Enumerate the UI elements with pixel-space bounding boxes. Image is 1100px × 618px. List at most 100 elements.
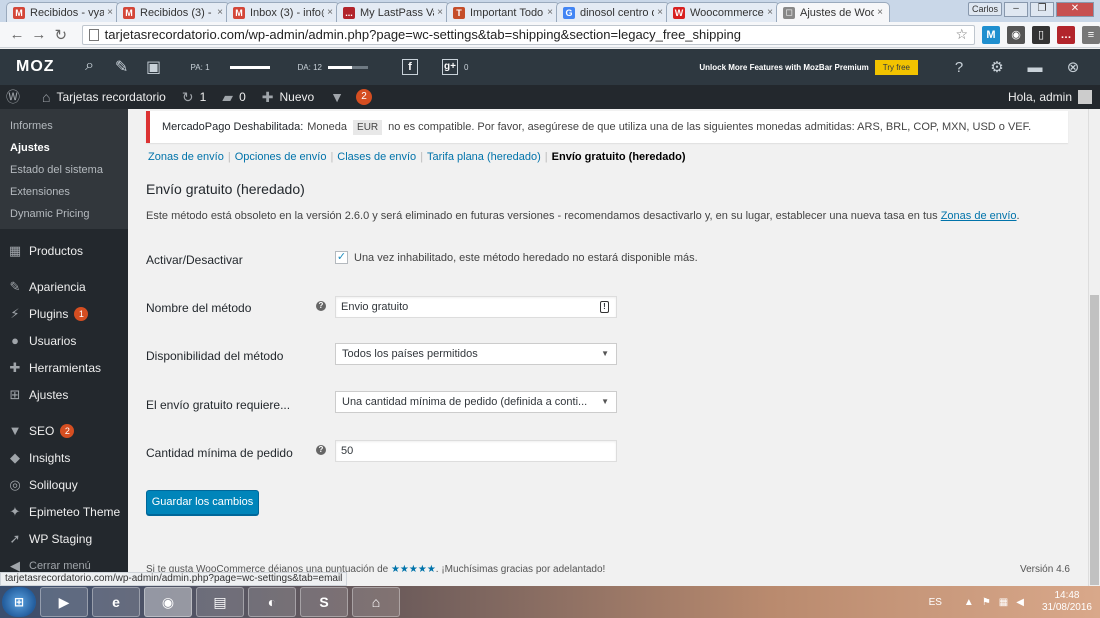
seo-menu-link[interactable]: ▼ 2 (330, 89, 373, 105)
minimize-button[interactable]: – (1004, 2, 1028, 17)
wordpress-logo-icon[interactable]: Ⓦ (6, 87, 26, 107)
subnav-link[interactable]: Tarifa plana (heredado) (427, 151, 541, 163)
updates-link[interactable]: ↻ 1 (182, 89, 206, 106)
extension-icon[interactable]: M (982, 25, 1001, 44)
submenu-item[interactable]: Estado del sistema (0, 159, 128, 181)
start-button[interactable]: ⊞ (2, 587, 36, 617)
extension-icon[interactable]: ▯ (1032, 25, 1051, 44)
network-icon[interactable]: ▦ (999, 597, 1008, 608)
help-icon[interactable]: ? (948, 59, 970, 76)
taskbar-app-app[interactable]: ⌂ (352, 587, 400, 617)
tab-close-icon[interactable]: × (767, 7, 773, 18)
tab-close-icon[interactable]: × (107, 7, 113, 18)
taskbar-app-media-player[interactable]: ▶ (40, 587, 88, 617)
availability-select[interactable]: Todos los países permitidos ▼ (335, 343, 617, 365)
taskbar-app-explorer[interactable]: ▤ (196, 587, 244, 617)
scrollbar-thumb[interactable] (1090, 295, 1099, 585)
sidebar-item[interactable]: ⚡ Plugins 1 (0, 300, 128, 327)
submenu-item[interactable]: Ajustes (0, 137, 128, 159)
comments-link[interactable]: ▰ 0 (222, 89, 245, 106)
minimize-bar-icon[interactable]: ▬ (1024, 59, 1046, 76)
method-title-input[interactable]: Envio gratuito ! (335, 296, 617, 318)
menu-icon: ▦ (8, 242, 22, 258)
clock[interactable]: 14:48 31/08/2016 (1042, 590, 1092, 614)
extension-icon[interactable]: ◉ (1007, 25, 1026, 44)
tab-favicon-icon: T (453, 6, 465, 19)
sidebar-item[interactable]: ➚ WP Staging (0, 525, 128, 552)
google-plus-icon[interactable]: g+ (442, 59, 458, 75)
page-analysis-icon[interactable]: ⌕ (79, 57, 101, 77)
tab-close-icon[interactable]: × (327, 7, 333, 18)
sidebar-item[interactable]: ◎ Soliloquy (0, 471, 128, 498)
my-account-link[interactable]: Hola, admin (1008, 90, 1092, 104)
taskbar-app-internet-explorer[interactable]: e (92, 587, 140, 617)
browser-tab[interactable]: ... My LastPass Vault× (336, 2, 450, 22)
forward-icon[interactable]: → (28, 26, 50, 43)
submenu-item[interactable]: Dynamic Pricing (0, 203, 128, 225)
extension-icon[interactable]: … (1057, 25, 1076, 44)
submenu-item[interactable]: Extensiones (0, 181, 128, 203)
browser-tab[interactable]: M Recibidos - vyate× (6, 2, 120, 22)
sidebar-item[interactable]: ● Usuarios (0, 327, 128, 354)
gear-icon[interactable]: ⚙ (986, 58, 1008, 76)
taskbar-app-skype[interactable]: S (300, 587, 348, 617)
tab-close-icon[interactable]: × (547, 7, 553, 18)
site-name-link[interactable]: ⌂ Tarjetas recordatorio (42, 89, 166, 105)
browser-user-chip[interactable]: Carlos (968, 2, 1002, 16)
taskbar-app-chrome[interactable]: ◉ (144, 587, 192, 617)
new-content-link[interactable]: ✚ Nuevo (262, 89, 314, 106)
try-free-button[interactable]: Try free (874, 59, 918, 75)
browser-tab[interactable]: W Woocommerce × (666, 2, 780, 22)
volume-icon[interactable]: ◀ (1016, 597, 1024, 608)
language-indicator[interactable]: ES (929, 597, 942, 608)
submenu-item[interactable]: Informes (0, 115, 128, 137)
tab-close-icon[interactable]: × (217, 7, 223, 18)
maximize-button[interactable]: ❐ (1030, 2, 1054, 17)
save-button[interactable]: Guardar los cambios (146, 490, 259, 515)
taskbar-app-firefox[interactable]: ◐ (248, 587, 296, 617)
sidebar-item[interactable]: ⊞ Ajustes (0, 381, 128, 408)
subnav-link[interactable]: Zonas de envío (148, 151, 224, 163)
browser-tab[interactable]: Gdinosol centro de× (556, 2, 670, 22)
close-icon[interactable]: ⊗ (1062, 58, 1084, 76)
subnav-current: Envío gratuito (heredado) (551, 151, 686, 163)
subnav-separator: | (420, 151, 424, 163)
requires-select[interactable]: Una cantidad mínima de pedido (definida … (335, 391, 617, 413)
enable-checkbox-row[interactable]: ✓ Una vez inhabilitado, este método here… (335, 251, 698, 264)
facebook-icon[interactable]: f (402, 59, 418, 75)
browser-tab[interactable]: M Recibidos (3) - tarj× (116, 2, 230, 22)
back-icon[interactable]: ← (6, 26, 28, 43)
subnav-link[interactable]: Opciones de envío (235, 151, 327, 163)
help-icon[interactable]: ? (316, 445, 326, 455)
tray-arrow-icon[interactable]: ▲ (964, 597, 974, 608)
close-window-button[interactable]: ✕ (1056, 2, 1094, 17)
help-icon[interactable]: ? (316, 301, 326, 311)
page-scrollbar[interactable] (1088, 109, 1100, 586)
reload-icon[interactable]: ↻ (50, 26, 72, 44)
sidebar-item[interactable]: ✦ Epimeteo Theme (0, 498, 128, 525)
subnav-link[interactable]: Clases de envío (337, 151, 416, 163)
tab-close-icon[interactable]: × (437, 7, 443, 18)
bookmark-star-icon[interactable]: ☆ (955, 26, 968, 43)
tab-close-icon[interactable]: × (877, 7, 883, 18)
browser-tab[interactable]: M Inbox (3) - info@c× (226, 2, 340, 22)
browser-tab[interactable]: ◻ Ajustes de Woo × (776, 2, 890, 22)
sidebar-item[interactable]: ▦ Productos (0, 237, 128, 264)
extension-icon[interactable]: ≡ (1082, 25, 1100, 44)
sidebar-item[interactable]: ✎ Apariencia (0, 273, 128, 300)
sidebar-item[interactable]: ▼ SEO 2 (0, 417, 128, 444)
password-manager-icon[interactable]: ! (600, 301, 609, 313)
tab-close-icon[interactable]: × (657, 7, 663, 18)
shipping-zones-link[interactable]: Zonas de envío (941, 210, 1017, 222)
flag-icon[interactable]: ⚑ (982, 597, 991, 608)
address-bar[interactable]: tarjetasrecordatorio.com/wp-admin/admin.… (81, 24, 976, 45)
serp-overlay-icon[interactable]: ▣ (143, 57, 165, 77)
min-amount-input[interactable]: 50 (335, 440, 617, 462)
sidebar-item[interactable]: ✚ Herramientas (0, 354, 128, 381)
sidebar-item[interactable]: ◆ Insights (0, 444, 128, 471)
enable-checkbox[interactable]: ✓ (335, 251, 348, 264)
rating-stars-link[interactable]: ★★★★★ (391, 564, 436, 575)
browser-tab[interactable]: T Important Todo × (446, 2, 560, 22)
subnav-separator: | (227, 151, 231, 163)
highlight-pen-icon[interactable]: ✎ (111, 57, 133, 77)
